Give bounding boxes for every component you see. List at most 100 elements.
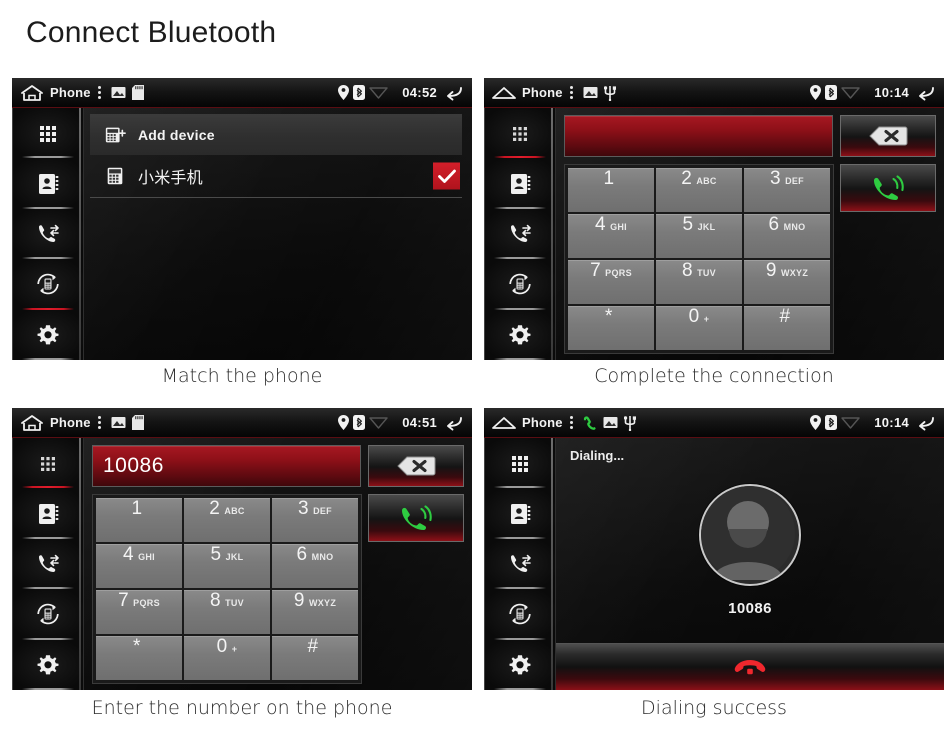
usb-icon — [623, 415, 636, 431]
key-4[interactable]: 4 GHI — [96, 544, 182, 588]
dialpad-icon — [512, 456, 528, 473]
sidebar-item-dialpad[interactable] — [485, 438, 555, 489]
call-log-icon — [511, 554, 531, 573]
sidebar — [12, 438, 84, 690]
back-arrow-icon[interactable] — [444, 85, 464, 101]
add-device-row[interactable]: Add device — [90, 114, 462, 155]
key-7[interactable]: 7 PQRS — [568, 260, 654, 304]
panel-caption-match-the-phone: Match the phone — [161, 365, 323, 387]
checkmark-icon — [437, 169, 456, 183]
backspace-icon — [397, 456, 436, 476]
key-star[interactable]: * — [568, 306, 654, 350]
key-8[interactable]: 8 TUV — [656, 260, 742, 304]
kebab-menu-icon[interactable] — [97, 416, 102, 429]
call-button[interactable] — [840, 164, 936, 212]
sidebar-item-settings[interactable] — [485, 309, 555, 360]
backspace-button[interactable] — [368, 445, 464, 487]
key-star[interactable]: * — [96, 636, 182, 680]
bluetooth-icon — [353, 85, 366, 100]
kebab-menu-icon[interactable] — [569, 86, 574, 99]
sidebar-item-call-log[interactable] — [13, 208, 83, 260]
key-0[interactable]: 0 + — [656, 306, 742, 350]
back-arrow-icon[interactable] — [916, 415, 936, 431]
key-3[interactable]: 3 DEF — [744, 168, 830, 212]
key-7[interactable]: 7 PQRS — [96, 590, 182, 634]
call-green-icon — [402, 505, 432, 530]
phone-number-input[interactable]: 10086 — [92, 445, 361, 487]
key-5[interactable]: 5 JKL — [184, 544, 270, 588]
wifi-icon — [369, 417, 388, 429]
back-arrow-icon[interactable] — [916, 85, 936, 101]
call-button[interactable] — [368, 494, 464, 542]
dialpad-icon — [41, 457, 55, 472]
sidebar-item-dialpad[interactable] — [13, 438, 83, 489]
contacts-book-icon — [39, 173, 59, 194]
screenshot-panel-dialing-success: Phone 10:14 Dialing... 10086 — [484, 408, 944, 690]
sidebar-item-sync-device[interactable] — [13, 589, 83, 640]
status-bar-time: 10:14 — [874, 415, 909, 430]
sd-card-icon — [131, 85, 144, 100]
key-0[interactable]: 0 + — [184, 636, 270, 680]
kebab-menu-icon[interactable] — [569, 416, 574, 429]
sync-device-icon — [509, 604, 531, 625]
hangup-red-icon — [734, 660, 766, 675]
sidebar-item-dialpad[interactable] — [485, 108, 555, 159]
picture-icon — [111, 87, 126, 98]
sidebar-item-contacts[interactable] — [485, 488, 555, 539]
phone-number-input[interactable] — [564, 115, 833, 157]
call-log-icon — [39, 224, 59, 243]
hangup-button[interactable] — [556, 643, 944, 690]
device-connected-checkbox[interactable] — [433, 162, 460, 190]
screenshot-panel-enter-the-number: Phone 04:51 10086 1 2 ABC 3 DEF 4 GHI 5 … — [12, 408, 472, 690]
sidebar-item-contacts[interactable] — [13, 488, 83, 539]
key-1[interactable]: 1 — [568, 168, 654, 212]
sidebar-item-call-log[interactable] — [485, 538, 555, 590]
contacts-book-icon — [511, 503, 531, 524]
sidebar-item-contacts[interactable] — [13, 158, 83, 209]
sidebar-item-contacts[interactable] — [485, 158, 555, 209]
key-hash[interactable]: # — [272, 636, 358, 680]
roof-home-icon[interactable] — [491, 414, 517, 432]
sidebar-item-dialpad[interactable] — [13, 108, 83, 159]
key-9[interactable]: 9 WXYZ — [744, 260, 830, 304]
key-hash[interactable]: # — [744, 306, 830, 350]
roof-home-icon[interactable] — [491, 84, 517, 102]
key-9[interactable]: 9 WXYZ — [272, 590, 358, 634]
sync-device-icon — [37, 604, 59, 625]
sync-device-icon — [37, 274, 59, 295]
picture-icon — [603, 417, 618, 428]
gear-icon — [509, 325, 531, 345]
sidebar-item-call-log[interactable] — [13, 538, 83, 590]
sidebar-item-sync-device[interactable] — [485, 259, 555, 310]
key-5[interactable]: 5 JKL — [656, 214, 742, 258]
back-arrow-icon[interactable] — [444, 415, 464, 431]
sidebar-item-settings[interactable] — [485, 639, 555, 690]
key-6[interactable]: 6 MNO — [272, 544, 358, 588]
key-8[interactable]: 8 TUV — [184, 590, 270, 634]
call-number: 10086 — [728, 599, 772, 617]
sidebar-item-sync-device[interactable] — [485, 589, 555, 640]
key-1[interactable]: 1 — [96, 498, 182, 542]
person-avatar-icon — [701, 485, 795, 580]
key-2[interactable]: 2 ABC — [184, 498, 270, 542]
key-2[interactable]: 2 ABC — [656, 168, 742, 212]
sidebar-item-settings[interactable] — [13, 309, 83, 360]
kebab-menu-icon[interactable] — [97, 86, 102, 99]
sidebar-item-call-log[interactable] — [485, 208, 555, 260]
key-6[interactable]: 6 MNO — [744, 214, 830, 258]
sidebar-item-sync-device[interactable] — [13, 259, 83, 310]
avatar — [699, 483, 801, 586]
key-3[interactable]: 3 DEF — [272, 498, 358, 542]
location-pin-icon — [338, 85, 350, 100]
backspace-icon — [869, 126, 908, 146]
key-4[interactable]: 4 GHI — [568, 214, 654, 258]
device-row[interactable]: 小米手机 — [90, 155, 462, 198]
sidebar-item-settings[interactable] — [13, 639, 83, 690]
device-list-content: Add device 小米手机 — [84, 108, 472, 360]
house-outline-icon[interactable] — [19, 414, 45, 432]
house-outline-icon[interactable] — [19, 84, 45, 102]
wifi-icon — [841, 417, 860, 429]
sidebar — [12, 108, 84, 360]
sidebar — [484, 438, 556, 690]
backspace-button[interactable] — [840, 115, 936, 157]
